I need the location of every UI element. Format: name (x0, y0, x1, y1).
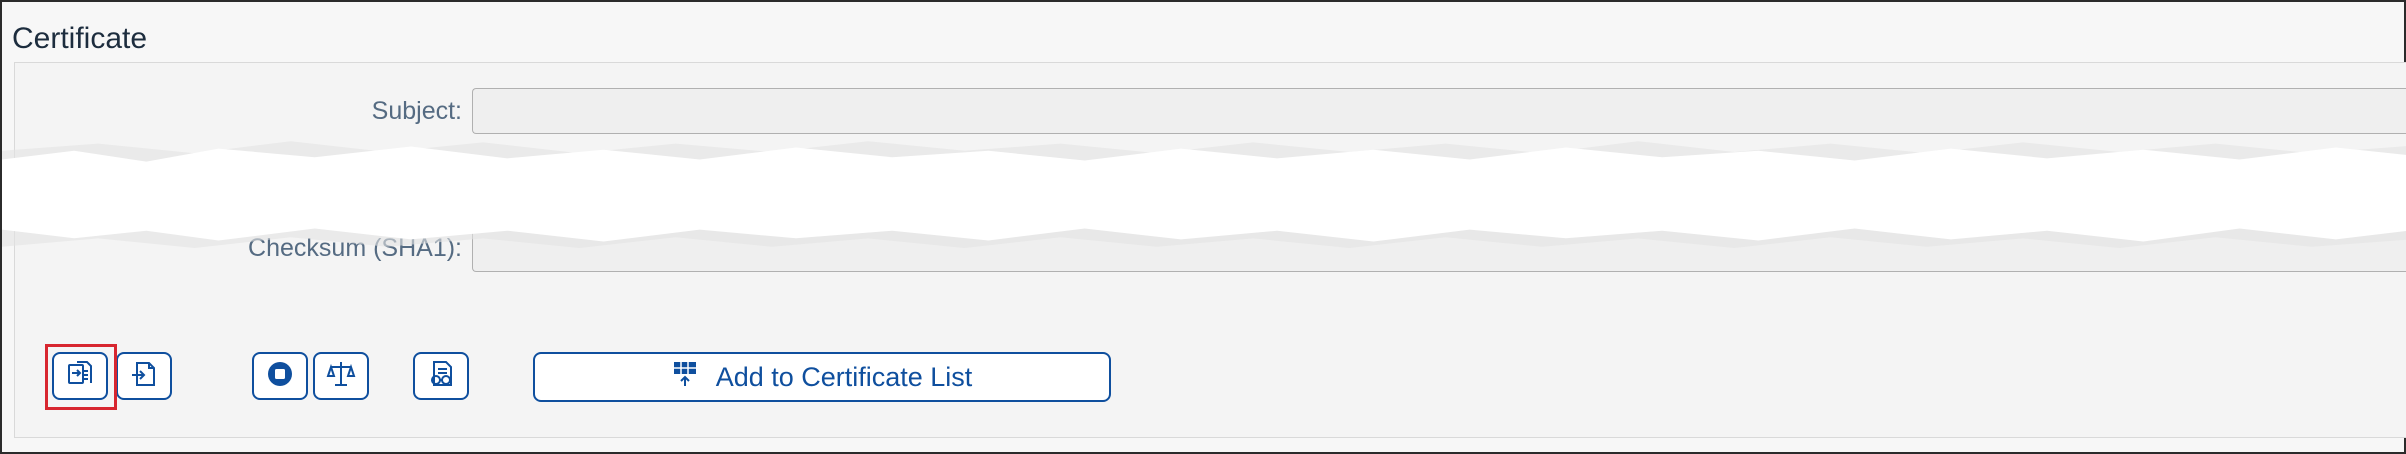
section-title: Certificate (12, 22, 148, 55)
view-certificate-icon (426, 359, 456, 394)
import-certificate-button[interactable] (52, 352, 108, 400)
stop-button[interactable] (252, 352, 308, 400)
view-certificate-button[interactable] (413, 352, 469, 400)
compare-scales-icon (326, 359, 356, 394)
compare-button[interactable] (313, 352, 369, 400)
export-certificate-button[interactable] (116, 352, 172, 400)
subject-label: Subject: (371, 97, 462, 125)
stop-icon (265, 359, 295, 394)
certificate-list-icon (672, 360, 698, 395)
subject-field[interactable] (472, 88, 2406, 134)
add-to-certificate-list-button[interactable]: Add to Certificate List (533, 352, 1111, 402)
add-to-certificate-list-label: Add to Certificate List (715, 361, 973, 392)
certificate-panel: Certificate Subject: Checksum (SHA1): Ad… (0, 0, 2406, 454)
import-certificate-icon (65, 359, 95, 394)
export-certificate-icon (129, 359, 159, 394)
